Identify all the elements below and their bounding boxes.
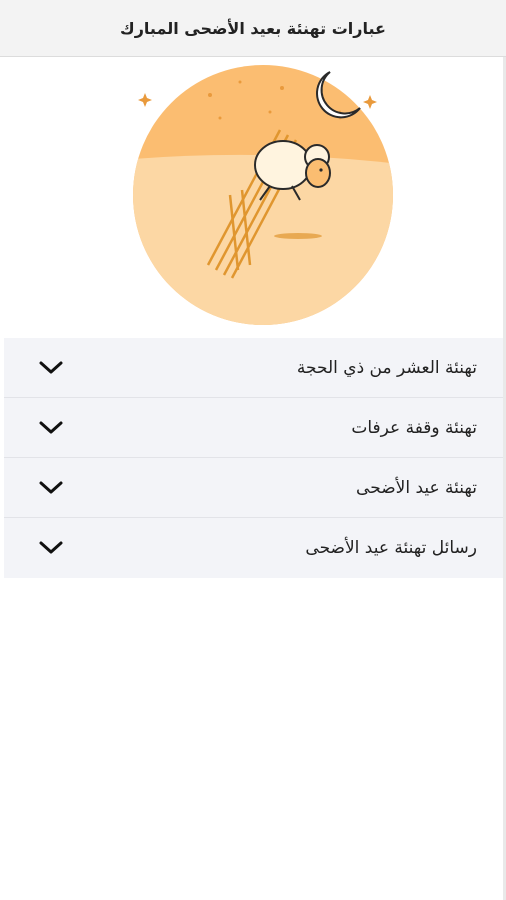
accordion-item-ashr-dhul-hijjah[interactable]: تهنئة العشر من ذي الحجة bbox=[4, 338, 503, 398]
accordion-item-label: تهنئة العشر من ذي الحجة bbox=[296, 357, 477, 378]
chevron-down-icon[interactable] bbox=[38, 540, 64, 556]
accordion-list: تهنئة العشر من ذي الحجة تهنئة وقفة عرفات… bbox=[4, 338, 503, 578]
accordion-item-eid-messages[interactable]: رسائل تهنئة عيد الأضحى bbox=[4, 518, 503, 578]
chevron-down-icon[interactable] bbox=[38, 420, 64, 436]
chevron-down-icon[interactable] bbox=[38, 360, 64, 376]
accordion-item-label: تهنئة عيد الأضحى bbox=[356, 477, 477, 498]
page-title: عبارات تهنئة بعيد الأضحى المبارك bbox=[120, 18, 386, 38]
accordion-item-label: رسائل تهنئة عيد الأضحى bbox=[305, 538, 477, 558]
accordion-item-label: تهنئة وقفة عرفات bbox=[351, 417, 477, 438]
accordion-item-eid-al-adha[interactable]: تهنئة عيد الأضحى bbox=[4, 458, 503, 518]
accordion-item-arafat[interactable]: تهنئة وقفة عرفات bbox=[4, 398, 503, 458]
chevron-down-icon[interactable] bbox=[38, 480, 64, 496]
hero-illustration bbox=[120, 60, 400, 330]
sheep-jumping-fence-illustration bbox=[133, 65, 393, 325]
app-header: عبارات تهنئة بعيد الأضحى المبارك bbox=[0, 0, 506, 57]
